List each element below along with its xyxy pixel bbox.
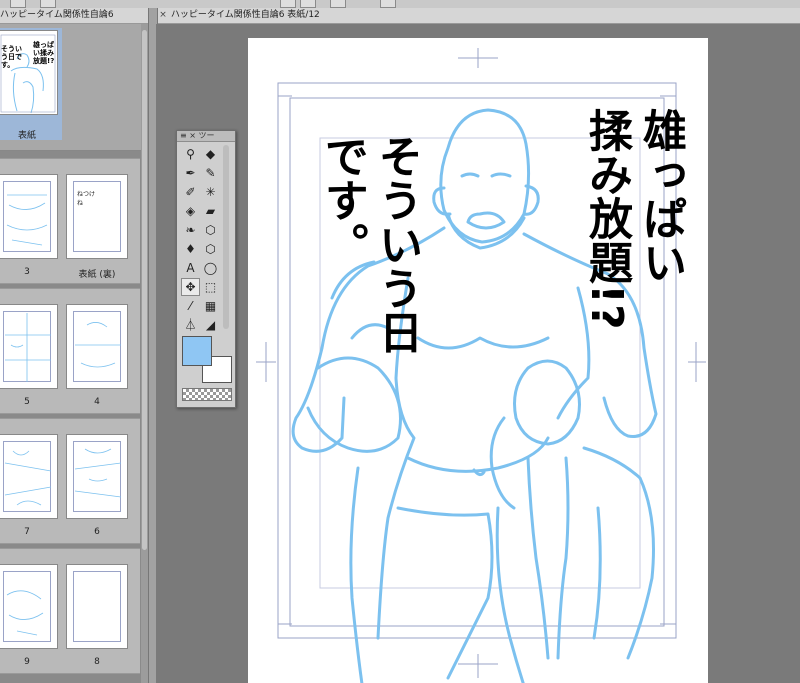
balloon-icon[interactable]: ◯: [201, 259, 220, 277]
page-thumbnail[interactable]: ねつけね: [66, 174, 128, 259]
transparent-color-swatch[interactable]: [182, 388, 232, 401]
page-number-label: 4: [94, 397, 100, 407]
tool-palette-scrollbar[interactable]: [223, 145, 229, 329]
title-line-1: 雄っぱい: [635, 108, 686, 284]
page-number-label: 9: [24, 657, 30, 667]
page-sketch: [5, 313, 51, 382]
ruler-icon[interactable]: ⏃: [181, 316, 200, 334]
page-number-label: 8: [94, 657, 100, 667]
toolbar-button[interactable]: [10, 0, 26, 8]
toolbar-button[interactable]: [380, 0, 396, 8]
document-tab-label: ハッピータイム関係性自論6 表紙/12: [170, 10, 320, 20]
page-spread-2[interactable]: 5 4: [0, 288, 140, 414]
canvas-area[interactable]: 雄っぱい 揉み放題!? そういう日 です。: [156, 24, 800, 683]
pen-icon[interactable]: ✒: [181, 164, 200, 182]
toolbar-button[interactable]: [330, 0, 346, 8]
blend-icon[interactable]: ❧: [181, 221, 200, 239]
page-number-label: 5: [24, 397, 30, 407]
close-icon[interactable]: ×: [189, 131, 196, 140]
text-icon[interactable]: A: [181, 259, 200, 277]
page-thumbnail[interactable]: [0, 174, 58, 259]
page-thumbnail[interactable]: [66, 564, 128, 649]
canvas-page[interactable]: 雄っぱい 揉み放題!? そういう日 です。: [248, 38, 708, 683]
page-spread-1[interactable]: ねつけね 3 表紙 (裏): [0, 158, 140, 284]
page-frame: [73, 571, 121, 642]
page-number-label: 3: [24, 267, 30, 277]
select-icon[interactable]: ⬚: [201, 278, 220, 296]
title-line-4: です。: [317, 134, 368, 266]
tool-palette[interactable]: ≡ × ツー ⚲ ◆ ✒ ✎ ✐ ✳ ◈ ▰ ❧ ⬡ ♦ ⬡ A ◯ ✥ ⬚ ⁄…: [176, 130, 236, 408]
page-sketch: [4, 450, 52, 506]
page-thumbnail[interactable]: [0, 564, 58, 649]
page-sketch: [75, 322, 121, 368]
sparkle-icon[interactable]: ✳: [201, 183, 220, 201]
page-spread-4[interactable]: 9 8: [0, 548, 140, 674]
lasso-icon[interactable]: ⬡: [201, 221, 220, 239]
page-sketch: [74, 448, 122, 498]
foreground-color-swatch[interactable]: [182, 336, 212, 366]
page-thumbnail[interactable]: [66, 434, 128, 519]
page-number-label: 6: [94, 527, 100, 537]
decoration-icon[interactable]: ▰: [201, 202, 220, 220]
document-tab[interactable]: × ハッピータイム関係性自論6 表紙/12: [156, 8, 800, 24]
tool-palette-titlebar[interactable]: ≡ × ツー: [177, 131, 235, 142]
cover-thumbnail-subtitle: そういう日です。: [1, 45, 22, 69]
toolbar-button[interactable]: [40, 0, 56, 8]
drop-icon[interactable]: ♦: [181, 240, 200, 258]
pencil-icon[interactable]: ✎: [201, 164, 220, 182]
eyedropper-icon[interactable]: ⁄: [181, 297, 200, 315]
toolbar-button[interactable]: [300, 0, 316, 8]
title-line-2: 揉み放題!?: [581, 108, 632, 330]
close-icon[interactable]: ×: [158, 8, 168, 23]
frame-icon[interactable]: ◢: [201, 316, 220, 334]
title-line-3: そういう日: [371, 134, 422, 354]
eraser-icon[interactable]: ◆: [201, 145, 220, 163]
page-thumbnail[interactable]: [0, 304, 58, 389]
cover-thumbnail[interactable]: 雄っぱい揉み放題!? そういう日です。: [0, 30, 58, 115]
shape-icon[interactable]: ⬡: [201, 240, 220, 258]
page-thumbnail[interactable]: [0, 434, 58, 519]
page-note: ねつけね: [77, 191, 96, 207]
page-manager-tab-label: ハッピータイム関係性自論6: [0, 10, 114, 20]
page-manager-scroll-thumb[interactable]: [142, 30, 147, 550]
menu-icon[interactable]: ≡: [180, 131, 187, 140]
page-thumbnail[interactable]: [66, 304, 128, 389]
page-manager-tab[interactable]: ハッピータイム関係性自論6: [0, 8, 148, 24]
cover-page-label: 表紙: [17, 131, 36, 141]
cover-thumbnail-title: 雄っぱい揉み放題!?: [33, 41, 55, 65]
tool-palette-title: ツー: [198, 131, 215, 140]
cover-page-item[interactable]: 雄っぱい揉み放題!? そういう日です。 表紙: [0, 24, 146, 151]
fill-icon[interactable]: ◈: [181, 202, 200, 220]
zoom-icon[interactable]: ⚲: [181, 145, 200, 163]
page-sketch: [6, 590, 44, 636]
page-number-label: 7: [24, 527, 30, 537]
page-number-label: 表紙 (裏): [78, 270, 116, 280]
page-sketch: [6, 194, 48, 246]
page-spread-3[interactable]: 7 6: [0, 418, 140, 544]
brush-icon[interactable]: ✐: [181, 183, 200, 201]
gradient-icon[interactable]: ▦: [201, 297, 220, 315]
move-icon[interactable]: ✥: [181, 278, 200, 296]
toolbar-button[interactable]: [280, 0, 296, 8]
